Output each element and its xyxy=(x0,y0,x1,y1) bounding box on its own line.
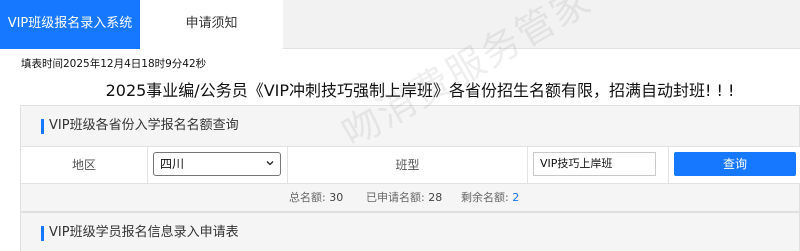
applied-quota-value: 28 xyxy=(428,191,443,204)
query-button[interactable]: 查询 xyxy=(674,152,796,176)
remaining-quota-value: 2 xyxy=(512,191,520,204)
query-row: 地区 四川 班型 VIP技巧上岸班 查询 xyxy=(21,146,800,184)
registration-form-card: VIP班级学员报名信息录入申请表 xyxy=(20,212,800,251)
total-quota-label: 总名额: xyxy=(289,191,326,204)
applied-quota-label: 已申请名额: xyxy=(366,191,425,204)
query-button-cell: 查询 xyxy=(669,147,800,184)
remaining-quota: 剩余名额: 2 xyxy=(461,184,519,211)
tab-vip-registration[interactable]: VIP班级报名录入系统 xyxy=(0,0,140,49)
total-quota-value: 30 xyxy=(329,191,344,204)
quota-query-card-title: VIP班级各省份入学报名名额查询 xyxy=(21,106,799,146)
tab-application-notice[interactable]: 申请须知 xyxy=(140,0,283,49)
page-headline: 2025事业编/公务员《VIP冲刺技巧强制上岸班》各省份招生名额有限，招满自动封… xyxy=(105,81,735,100)
registration-form-title-text: VIP班级学员报名信息录入申请表 xyxy=(49,225,239,240)
class-type-input[interactable]: VIP技巧上岸班 xyxy=(533,152,656,176)
region-label: 地区 xyxy=(21,147,148,184)
chevron-down-icon xyxy=(266,159,274,167)
total-quota: 总名额: 30 xyxy=(289,184,343,211)
region-select[interactable]: 四川 xyxy=(153,152,281,176)
region-select-value: 四川 xyxy=(160,157,185,171)
fill-time-text: 填表时间2025年12月4日18时9分42秒 xyxy=(21,58,207,70)
quota-query-card: VIP班级各省份入学报名名额查询 地区 四川 班型 VIP技巧上岸班 查询 总名… xyxy=(20,105,800,212)
remaining-quota-label: 剩余名额: xyxy=(461,191,509,204)
title-accent-bar xyxy=(41,119,44,134)
class-type-label: 班型 xyxy=(288,147,528,184)
registration-form-card-title: VIP班级学员报名信息录入申请表 xyxy=(21,213,799,251)
region-select-cell: 四川 xyxy=(148,147,288,184)
class-type-cell: VIP技巧上岸班 xyxy=(528,147,669,184)
title-accent-bar xyxy=(41,226,44,241)
applied-quota: 已申请名额: 28 xyxy=(366,184,442,211)
quota-stats: 总名额: 30 已申请名额: 28 剩余名额: 2 xyxy=(21,184,800,211)
tab-bar: VIP班级报名录入系统 申请须知 xyxy=(0,0,800,49)
quota-query-title-text: VIP班级各省份入学报名名额查询 xyxy=(49,118,239,133)
